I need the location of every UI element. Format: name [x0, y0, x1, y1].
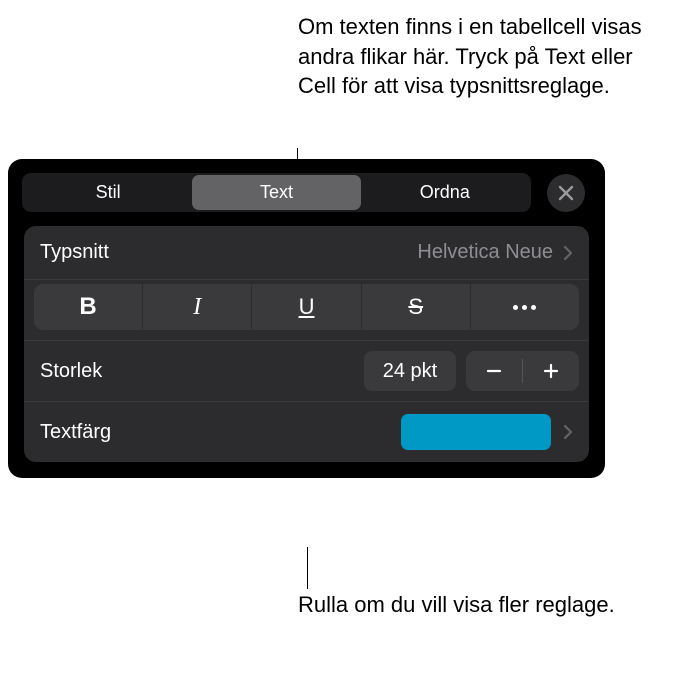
text-color-swatch[interactable] — [401, 414, 551, 450]
format-panel: Stil Text Ordna Typsnitt Helvetica Neue … — [8, 159, 605, 478]
strikethrough-icon: S — [408, 294, 423, 320]
size-label: Storlek — [40, 360, 102, 383]
minus-icon — [485, 362, 503, 380]
size-increase-button[interactable] — [523, 351, 579, 391]
text-style-row: B I U S — [24, 280, 589, 341]
text-color-label: Textfärg — [40, 421, 111, 444]
callout-bottom-text: Rulla om du vill visa fler reglage. — [298, 590, 618, 620]
callout-top-text: Om texten finns i en tabellcell visas an… — [298, 12, 658, 101]
italic-icon: I — [193, 294, 201, 321]
italic-button[interactable]: I — [143, 284, 252, 330]
strikethrough-button[interactable]: S — [362, 284, 471, 330]
plus-icon — [542, 362, 560, 380]
more-options-button[interactable] — [471, 284, 579, 330]
callout-leader-line-bottom — [307, 547, 308, 589]
close-button[interactable] — [547, 174, 585, 212]
tab-segmented-control: Stil Text Ordna — [22, 173, 531, 212]
tab-bar: Stil Text Ordna — [14, 165, 599, 220]
bold-button[interactable]: B — [34, 284, 143, 330]
tab-text[interactable]: Text — [192, 175, 360, 210]
size-row: Storlek — [24, 341, 589, 402]
text-controls-panel: Typsnitt Helvetica Neue B I U S — [24, 226, 589, 462]
font-row[interactable]: Typsnitt Helvetica Neue — [24, 226, 589, 280]
font-value: Helvetica Neue — [417, 241, 553, 264]
font-label: Typsnitt — [40, 241, 109, 264]
text-color-row[interactable]: Textfärg — [24, 402, 589, 462]
size-decrease-button[interactable] — [466, 351, 522, 391]
more-icon — [513, 305, 536, 310]
close-icon — [558, 185, 574, 201]
size-input[interactable] — [364, 351, 456, 391]
underline-icon: U — [299, 294, 315, 320]
size-stepper — [466, 351, 579, 391]
chevron-right-icon — [563, 245, 573, 261]
bold-icon: B — [79, 293, 96, 321]
underline-button[interactable]: U — [252, 284, 361, 330]
chevron-right-icon — [563, 424, 573, 440]
tab-ordna[interactable]: Ordna — [361, 175, 529, 210]
tab-stil[interactable]: Stil — [24, 175, 192, 210]
